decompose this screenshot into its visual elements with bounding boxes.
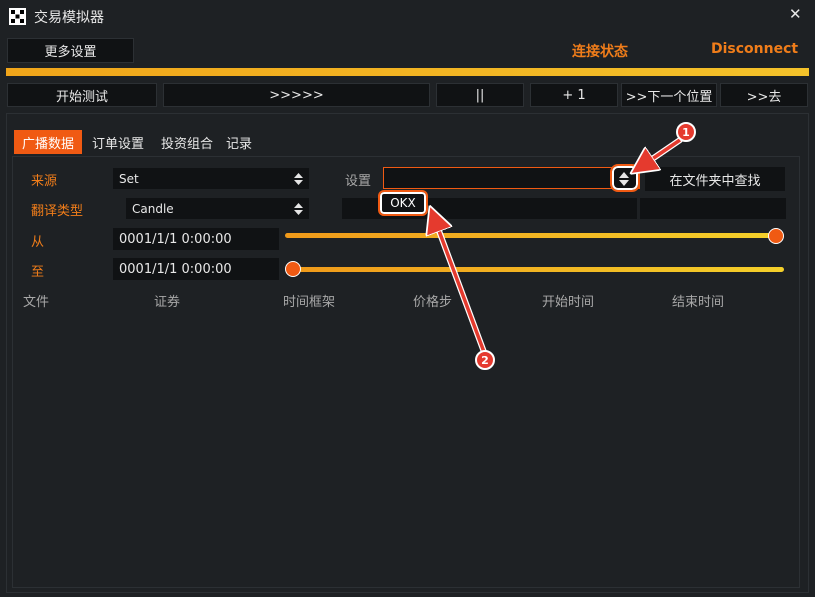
column-price-step[interactable]: 价格步: [413, 291, 452, 310]
to-datetime-input[interactable]: 0001/1/1 0:00:00: [113, 258, 279, 280]
translation-type-label: 翻译类型: [31, 204, 84, 219]
start-test-button[interactable]: 开始测试: [7, 83, 157, 107]
go-to-button[interactable]: >>去: [720, 83, 808, 107]
settings-select[interactable]: [383, 167, 640, 189]
spinner-arrows-icon[interactable]: [294, 202, 303, 216]
translation-type-value: Candle: [132, 201, 174, 216]
app-logo-icon: [9, 8, 26, 25]
from-slider-track[interactable]: [285, 233, 775, 238]
tab-order-settings[interactable]: 订单设置: [85, 130, 151, 154]
fast-forward-button[interactable]: >>>>>: [163, 83, 430, 107]
source-label: 来源: [31, 174, 58, 189]
translation-type-select[interactable]: Candle: [126, 198, 309, 219]
to-slider-track[interactable]: [293, 267, 784, 272]
from-slider-thumb[interactable]: [768, 228, 784, 244]
connection-status-label: 连接状态: [572, 44, 628, 60]
source-select[interactable]: Set: [113, 168, 309, 189]
pause-button[interactable]: ||: [436, 83, 524, 107]
more-settings-button[interactable]: 更多设置: [7, 38, 134, 63]
find-in-folder-button[interactable]: 在文件夹中查找: [645, 167, 785, 191]
tab-broadcast-data[interactable]: 广播数据: [14, 130, 82, 154]
column-file[interactable]: 文件: [23, 291, 49, 310]
plus-one-button[interactable]: + 1: [530, 83, 618, 107]
from-datetime-input[interactable]: 0001/1/1 0:00:00: [113, 228, 279, 250]
annotation-callout-2: 2: [475, 350, 495, 370]
column-end-time[interactable]: 结束时间: [672, 291, 724, 310]
column-timeframe[interactable]: 时间框架: [283, 291, 335, 310]
window-title: 交易模拟器: [34, 10, 104, 26]
to-label: 至: [31, 265, 45, 280]
title-bar: 交易模拟器 ✕: [0, 0, 815, 33]
settings-label: 设置: [345, 174, 372, 189]
disconnect-button[interactable]: Disconnect: [711, 41, 798, 57]
annotation-callout-1: 1: [676, 122, 696, 142]
tab-log[interactable]: 记录: [222, 130, 256, 154]
settings-spinner-icon[interactable]: [619, 171, 629, 187]
settings-extra-field-2: [640, 198, 786, 219]
column-security[interactable]: 证券: [154, 291, 180, 310]
column-start-time[interactable]: 开始时间: [542, 291, 594, 310]
progress-bar: [6, 68, 809, 76]
dropdown-option-okx[interactable]: OKX: [378, 190, 428, 216]
to-slider-thumb[interactable]: [285, 261, 301, 277]
tab-portfolio[interactable]: 投资组合: [154, 130, 220, 154]
close-icon[interactable]: ✕: [789, 5, 802, 23]
next-position-button[interactable]: >>下一个位置: [621, 83, 717, 107]
broadcast-data-content: [12, 156, 800, 588]
source-value: Set: [119, 171, 139, 186]
spinner-arrows-icon[interactable]: [294, 172, 303, 186]
from-label: 从: [31, 235, 45, 250]
